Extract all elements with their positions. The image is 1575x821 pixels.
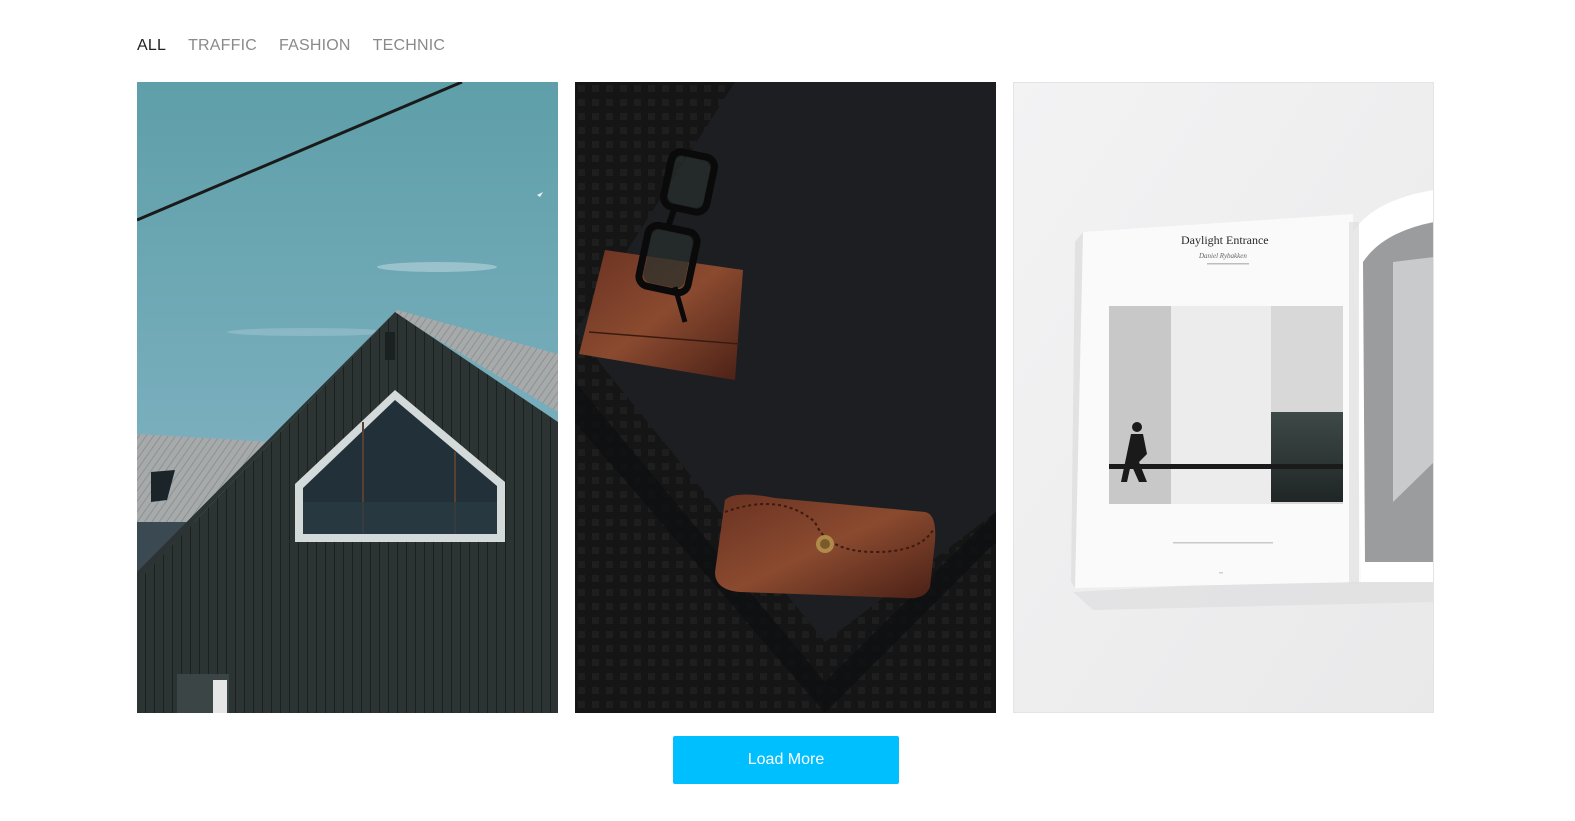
load-more-button[interactable]: Load More: [673, 736, 899, 784]
gallery-item-magazine[interactable]: Daylight Entrance Daniel Rybakken: [1013, 82, 1434, 713]
filter-fashion[interactable]: FASHION: [279, 36, 351, 56]
magazine-photo: Daylight Entrance Daniel Rybakken: [1013, 82, 1434, 713]
gallery-item-accessories[interactable]: [575, 82, 996, 713]
magazine-author: Daniel Rybakken: [1198, 252, 1247, 260]
filter-bar: ALL TRAFFIC FASHION TECHNIC: [137, 36, 445, 56]
filter-technic[interactable]: TECHNIC: [373, 36, 446, 56]
accessories-photo: [575, 82, 996, 713]
portfolio-gallery: Daylight Entrance Daniel Rybakken: [137, 82, 1434, 713]
gallery-item-house[interactable]: [137, 82, 558, 713]
filter-all[interactable]: ALL: [137, 36, 166, 56]
magazine-title: Daylight Entrance: [1181, 233, 1269, 247]
house-photo: [137, 82, 558, 713]
filter-traffic[interactable]: TRAFFIC: [188, 36, 257, 56]
